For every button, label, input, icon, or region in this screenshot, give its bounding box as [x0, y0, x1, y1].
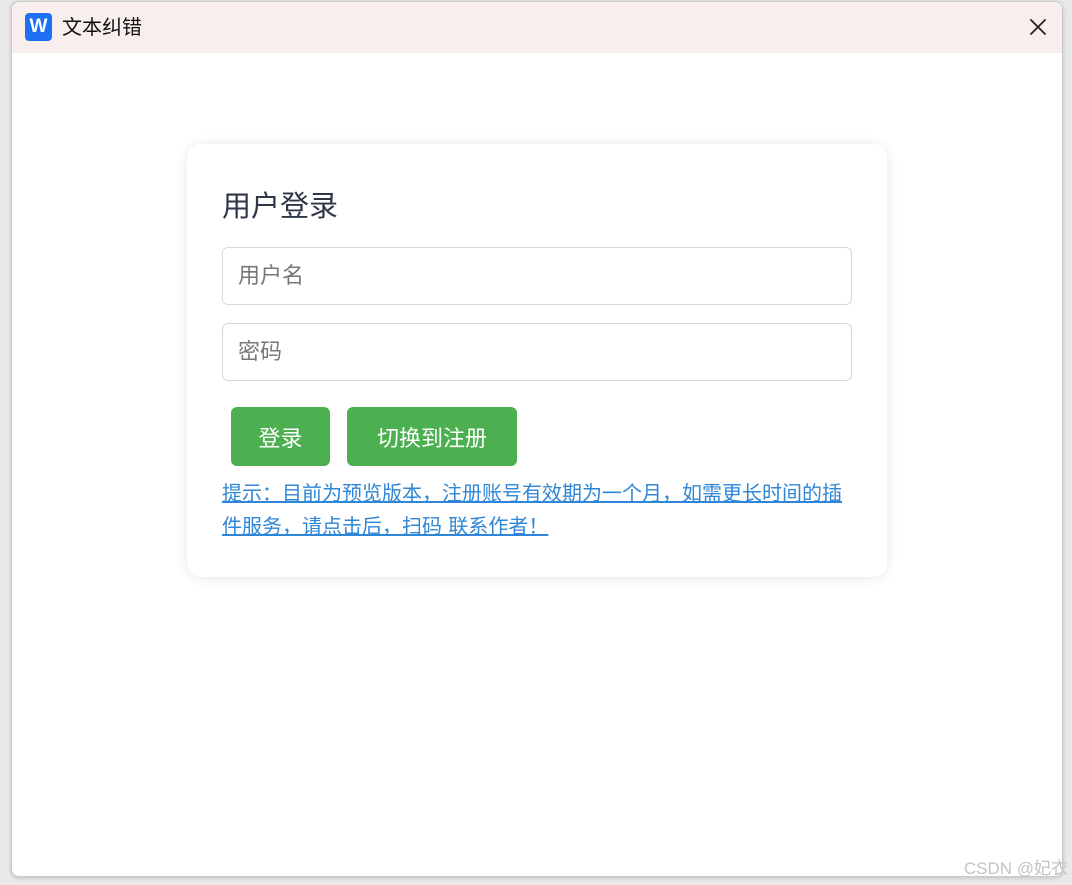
login-card: 用户登录 登录 切换到注册 提示：目前为预览版本，注册账号有效期为一个月，如需更… — [187, 144, 887, 577]
username-input[interactable] — [222, 247, 852, 305]
switch-to-register-button[interactable]: 切换到注册 — [347, 407, 517, 466]
close-icon — [1030, 19, 1046, 35]
app-logo-letter: W — [29, 16, 48, 37]
watermark: CSDN @妃衣 — [963, 859, 1068, 878]
title-bar: W 文本纠错 — [12, 2, 1062, 53]
hint-link[interactable]: 提示：目前为预览版本，注册账号有效期为一个月，如需更长时间的插件服务，请点击后，… — [222, 477, 858, 543]
close-button[interactable] — [1024, 13, 1052, 41]
password-input[interactable] — [222, 323, 852, 381]
window-title: 文本纠错 — [62, 15, 142, 39]
app-logo-icon: W — [25, 13, 52, 41]
login-button[interactable]: 登录 — [231, 407, 330, 466]
login-title: 用户登录 — [222, 189, 339, 223]
app-window: W 文本纠错 用户登录 登录 切换到注册 提示：目前为预览版本，注册账号有效期为… — [11, 1, 1063, 877]
